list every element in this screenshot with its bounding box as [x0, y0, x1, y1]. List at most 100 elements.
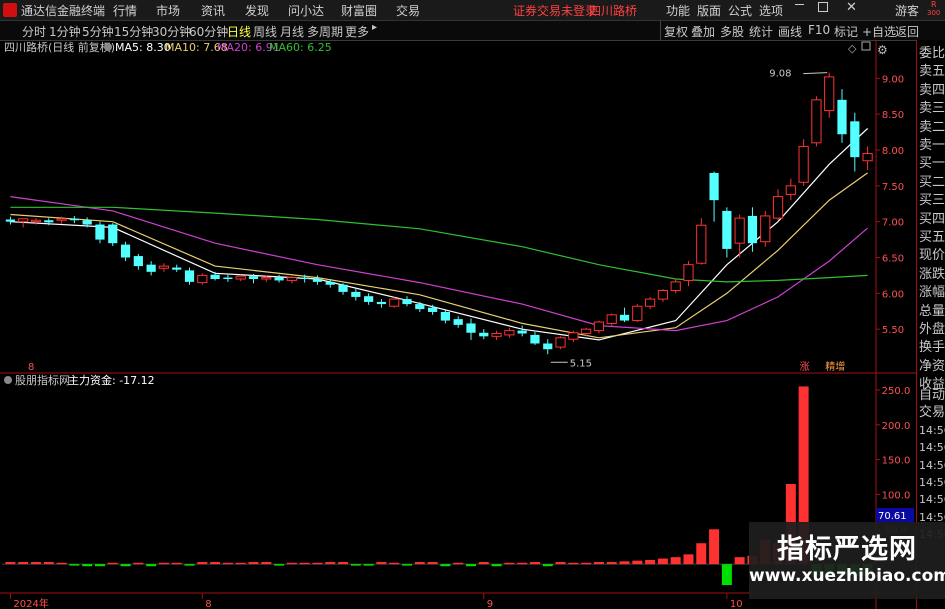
- period-toolbar: 分时 1分钟 5分钟 15分钟 30分钟 60分钟 日线 周线 月线 多周期 更…: [0, 21, 945, 57]
- candle-body: [657, 289, 669, 300]
- tab-daily[interactable]: 日线: [227, 23, 251, 40]
- menu-wenxiaoda[interactable]: 问小达: [288, 2, 324, 19]
- tab-15min[interactable]: 15分钟: [114, 23, 153, 40]
- fund-flow-bar: [82, 564, 93, 567]
- candle-body: [479, 332, 489, 337]
- candle-body: [568, 332, 579, 340]
- tab-weekly[interactable]: 周线: [253, 23, 277, 40]
- fund-flow-bar: [721, 564, 732, 586]
- cursor-value-label: 70.61: [878, 511, 907, 522]
- trade-login-notice[interactable]: 证券交易未登录: [513, 2, 597, 19]
- btn-huaxian[interactable]: 画线: [778, 23, 802, 40]
- menu-faxian[interactable]: 发现: [245, 2, 269, 19]
- indicator-dropdown-icon[interactable]: [4, 376, 12, 384]
- quote-label: 买五: [919, 230, 945, 245]
- tab-5min[interactable]: 5分钟: [82, 23, 114, 40]
- candle-body: [837, 99, 847, 135]
- x-tick-label: 8: [205, 599, 211, 609]
- y-tick-label: 7.00: [882, 218, 904, 229]
- menu-jiaoyi[interactable]: 交易: [396, 2, 420, 19]
- fund-flow-bar: [465, 564, 476, 567]
- fund-flow-bar: [94, 564, 105, 567]
- fund-flow-bar: [261, 562, 272, 565]
- fund-flow-bar: [619, 561, 630, 565]
- diamond-icon[interactable]: ◇: [848, 42, 857, 55]
- tab-60min[interactable]: 60分钟: [189, 23, 228, 40]
- main-chart-title: 四川路桥(日线 前复权): [4, 40, 115, 54]
- y-tick-label: 8.00: [882, 146, 904, 157]
- btn-tongji[interactable]: 统计: [749, 23, 773, 40]
- candle-body: [146, 264, 156, 272]
- candle-body: [466, 323, 476, 333]
- btn-f10[interactable]: F10: [808, 23, 830, 37]
- tag-up: 涨: [800, 361, 810, 373]
- tab-monthly[interactable]: 月线: [280, 23, 304, 40]
- candle-body: [850, 121, 860, 158]
- candle-body: [300, 277, 310, 279]
- menu-xuanxiang[interactable]: 选项: [759, 2, 783, 19]
- btn-diejia[interactable]: 叠加: [691, 23, 715, 40]
- btn-add-favorite[interactable]: +自选: [862, 23, 896, 40]
- fund-flow-bar: [657, 558, 668, 565]
- btn-biaoji[interactable]: 标记: [834, 23, 858, 40]
- menu-shichang[interactable]: 市场: [156, 2, 180, 19]
- candle-body: [389, 298, 400, 307]
- candle-body: [530, 334, 540, 344]
- y-tick-label: 5.50: [882, 325, 904, 336]
- fund-flow-bar: [30, 562, 41, 565]
- guest-label[interactable]: 游客: [895, 2, 919, 19]
- menu-bar: 通达信金融终端 行情 市场 资讯 发现 问小达 财富圈 交易 证券交易未登录 四…: [0, 0, 945, 21]
- fund-flow-bar: [440, 564, 451, 567]
- fund-flow-bar: [69, 564, 80, 566]
- candle-body: [312, 279, 323, 282]
- fund-flow-bar: [453, 562, 464, 565]
- fund-flow-bar: [350, 564, 361, 566]
- minimize-icon[interactable]: [795, 4, 804, 5]
- menu-hangqing[interactable]: 行情: [113, 2, 137, 19]
- fund-flow-bar: [402, 564, 413, 566]
- candle-body: [172, 267, 182, 270]
- tab-multi-period[interactable]: 多周期: [307, 23, 343, 40]
- candle-body: [632, 305, 643, 322]
- quote-label: 买一: [919, 156, 945, 172]
- fund-flow-bar: [5, 562, 16, 565]
- legend-ma5: MA5: 8.30: [115, 41, 171, 54]
- fund-flow-bar: [248, 562, 259, 565]
- btn-duogu[interactable]: 多股: [720, 23, 744, 40]
- btn-fuquan[interactable]: 复权: [664, 23, 688, 40]
- auto-trade-label[interactable]: 交易: [919, 401, 945, 420]
- candle-body: [235, 275, 246, 280]
- menu-zixun[interactable]: 资讯: [201, 2, 225, 19]
- tab-1min[interactable]: 1分钟: [49, 23, 81, 40]
- window-toggle-icon[interactable]: [861, 41, 871, 51]
- fund-flow-bar: [56, 562, 67, 565]
- tab-more[interactable]: 更多: [345, 23, 369, 40]
- tab-30min[interactable]: 30分钟: [152, 23, 191, 40]
- tab-fenshi[interactable]: 分时: [22, 23, 46, 40]
- legend-dropdown-icon[interactable]: [104, 43, 112, 51]
- indicator-y-tick-label: 100.0: [882, 490, 911, 501]
- y-tick-label: 9.00: [882, 74, 904, 85]
- menu-gongshi[interactable]: 公式: [728, 2, 752, 19]
- btn-back[interactable]: 返回: [895, 23, 919, 40]
- menu-banmian[interactable]: 版面: [697, 2, 721, 19]
- fund-flow-bar: [197, 562, 208, 565]
- app-logo-icon: [3, 3, 17, 17]
- watermark-title: 指标严选网: [777, 534, 917, 565]
- maximize-icon[interactable]: [818, 2, 828, 12]
- indicator-series-label: 主力资金: -17.12: [68, 373, 155, 387]
- menu-gongneng[interactable]: 功能: [666, 2, 690, 19]
- event-marker: 8: [28, 362, 34, 373]
- candle-body: [18, 218, 29, 223]
- candle-body: [197, 274, 208, 284]
- fund-flow-bar: [325, 562, 336, 565]
- tick-time: 14:56: [919, 493, 945, 507]
- candle-body: [517, 330, 527, 334]
- more-chevron-icon[interactable]: ▸: [372, 22, 377, 33]
- candle-body: [747, 215, 758, 244]
- candle-body: [785, 185, 796, 195]
- toolbar-separator: [660, 21, 661, 40]
- close-icon[interactable]: ✕: [846, 0, 857, 15]
- candle-body: [376, 301, 387, 305]
- menu-caifuquan[interactable]: 财富圈: [341, 2, 377, 19]
